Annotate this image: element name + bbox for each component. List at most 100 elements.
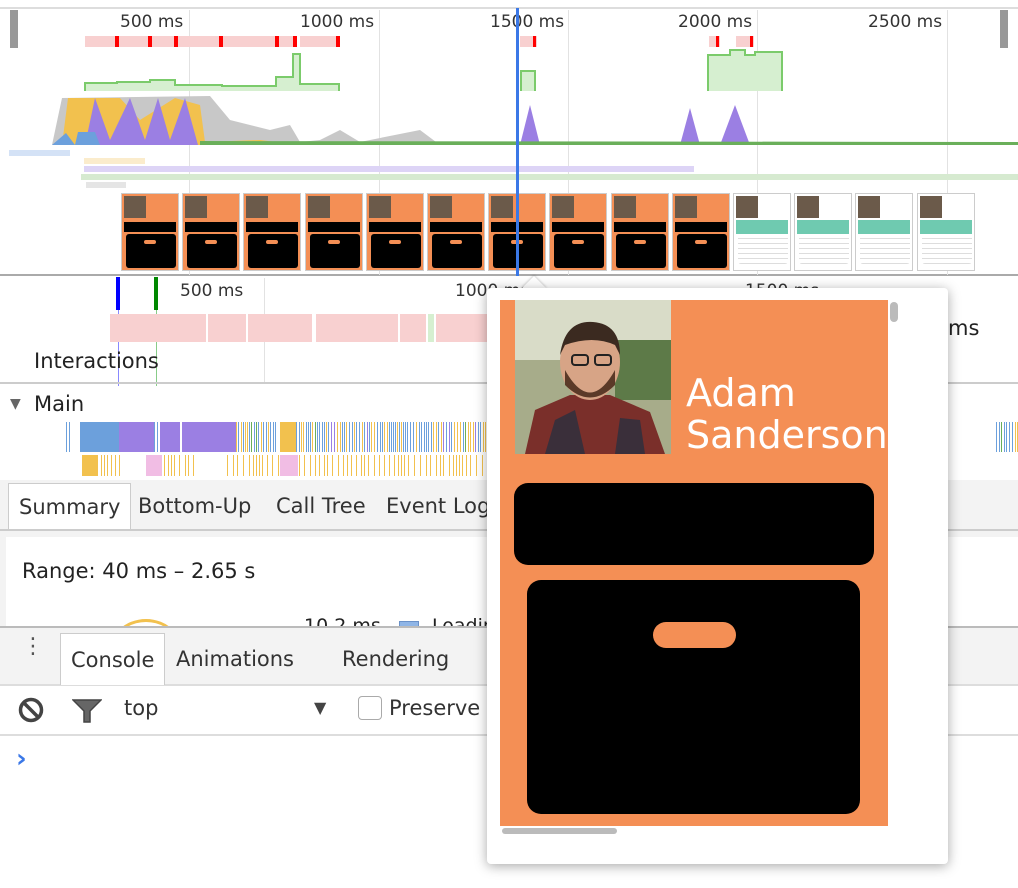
- flame-slice[interactable]: [394, 455, 395, 476]
- flame-slice[interactable]: [476, 455, 477, 476]
- flame-slice[interactable]: [428, 422, 429, 452]
- flame-slice[interactable]: [361, 455, 362, 476]
- flame-slice[interactable]: [356, 455, 357, 476]
- flame-slice[interactable]: [374, 455, 375, 476]
- flame-slice[interactable]: [324, 455, 325, 476]
- filmstrip-frame[interactable]: [121, 193, 179, 271]
- flame-slice[interactable]: [408, 455, 409, 476]
- flame-slice[interactable]: [227, 455, 228, 476]
- flame-slice[interactable]: [254, 422, 255, 452]
- flame-slice[interactable]: [272, 455, 273, 476]
- flame-slice[interactable]: [258, 422, 259, 452]
- flame-slice[interactable]: [431, 422, 432, 452]
- tab-animations[interactable]: Animations: [166, 633, 304, 679]
- flame-block[interactable]: [280, 455, 298, 476]
- flame-slice[interactable]: [480, 422, 481, 452]
- flame-slice[interactable]: [324, 422, 325, 452]
- flame-slice[interactable]: [404, 455, 405, 476]
- filmstrip-frame[interactable]: [916, 193, 975, 271]
- flame-slice[interactable]: [466, 455, 467, 476]
- flame-block[interactable]: [119, 422, 154, 452]
- flame-slice[interactable]: [243, 422, 244, 452]
- flame-slice[interactable]: [168, 455, 169, 476]
- flame-slice[interactable]: [331, 422, 332, 452]
- preserve-log-checkbox[interactable]: [358, 696, 382, 720]
- flame-slice[interactable]: [273, 422, 274, 452]
- flame-slice[interactable]: [470, 455, 471, 476]
- flame-slice[interactable]: [359, 422, 360, 452]
- flame-slice[interactable]: [346, 422, 347, 452]
- tab-console[interactable]: Console: [60, 633, 166, 685]
- flame-slice[interactable]: [426, 455, 427, 476]
- flame-block[interactable]: [182, 422, 236, 452]
- flame-slice[interactable]: [347, 455, 348, 476]
- filmstrip-frame[interactable]: [427, 193, 485, 271]
- flame-slice[interactable]: [262, 455, 263, 476]
- flame-slice[interactable]: [368, 455, 369, 476]
- flame-slice[interactable]: [436, 422, 437, 452]
- flame-slice[interactable]: [478, 422, 479, 452]
- flame-slice[interactable]: [304, 455, 305, 476]
- flame-slice[interactable]: [256, 455, 257, 476]
- flame-block[interactable]: [80, 422, 119, 452]
- flame-slice[interactable]: [430, 455, 431, 476]
- flame-slice[interactable]: [449, 422, 450, 452]
- filmstrip-frame[interactable]: [610, 193, 669, 271]
- flame-slice[interactable]: [454, 422, 455, 452]
- filmstrip-frame[interactable]: [549, 193, 608, 271]
- flame-slice[interactable]: [451, 422, 452, 452]
- flame-slice[interactable]: [157, 422, 158, 452]
- flame-slice[interactable]: [382, 422, 383, 452]
- flame-slice[interactable]: [475, 422, 476, 452]
- flame-slice[interactable]: [69, 422, 70, 452]
- flame-slice[interactable]: [410, 422, 411, 452]
- flame-slice[interactable]: [371, 422, 372, 452]
- flame-slice[interactable]: [420, 455, 421, 476]
- flame-slice[interactable]: [996, 422, 997, 452]
- flame-slice[interactable]: [401, 422, 402, 452]
- flame-slice[interactable]: [462, 455, 463, 476]
- first-paint-marker[interactable]: [154, 277, 158, 310]
- dom-content-loaded-marker[interactable]: [116, 277, 120, 310]
- flame-slice[interactable]: [470, 422, 471, 452]
- flame-slice[interactable]: [397, 422, 398, 452]
- flame-slice[interactable]: [399, 422, 400, 452]
- flame-slice[interactable]: [1006, 422, 1007, 452]
- timeline-overview[interactable]: 500 ms 1000 ms 1500 ms 2000 ms 2500 ms: [0, 0, 1018, 276]
- flame-slice[interactable]: [278, 455, 279, 476]
- flame-slice[interactable]: [256, 422, 257, 452]
- flame-slice[interactable]: [416, 422, 417, 452]
- collapse-triangle-icon[interactable]: ▼: [10, 396, 21, 412]
- flame-slice[interactable]: [380, 422, 381, 452]
- flame-slice[interactable]: [384, 455, 385, 476]
- interactions-track-label[interactable]: Interactions: [34, 349, 159, 373]
- flame-slice[interactable]: [379, 455, 380, 476]
- flame-slice[interactable]: [319, 422, 320, 452]
- flame-slice[interactable]: [393, 422, 394, 452]
- flame-slice[interactable]: [342, 422, 343, 452]
- flame-slice[interactable]: [310, 455, 311, 476]
- flame-slice[interactable]: [301, 422, 302, 452]
- flame-slice[interactable]: [1015, 422, 1016, 452]
- filter-icon[interactable]: [72, 698, 102, 724]
- tab-summary[interactable]: Summary: [8, 483, 132, 529]
- flame-slice[interactable]: [237, 455, 238, 476]
- flame-slice[interactable]: [317, 422, 318, 452]
- flame-slice[interactable]: [367, 422, 368, 452]
- flame-slice[interactable]: [275, 422, 276, 452]
- flame-slice[interactable]: [395, 422, 396, 452]
- flame-slice[interactable]: [245, 422, 246, 452]
- flame-slice[interactable]: [424, 422, 425, 452]
- flame-slice[interactable]: [482, 455, 483, 476]
- flame-slice[interactable]: [483, 422, 484, 452]
- flame-slice[interactable]: [299, 422, 300, 452]
- flame-slice[interactable]: [243, 455, 244, 476]
- flame-slice[interactable]: [107, 455, 108, 476]
- flame-slice[interactable]: [253, 455, 254, 476]
- console-prompt-icon[interactable]: ›: [16, 744, 27, 774]
- flame-slice[interactable]: [315, 422, 316, 452]
- flame-slice[interactable]: [303, 422, 304, 452]
- flame-slice[interactable]: [306, 422, 307, 452]
- flame-slice[interactable]: [460, 422, 461, 452]
- context-selector[interactable]: top: [124, 696, 158, 720]
